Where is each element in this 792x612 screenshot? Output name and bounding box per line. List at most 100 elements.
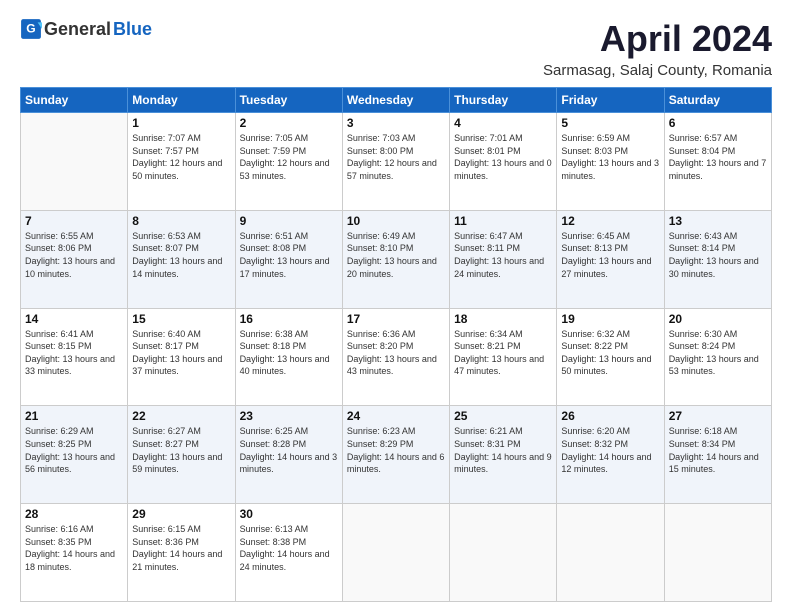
day-number: 26 bbox=[561, 409, 659, 423]
calendar-header-row: Sunday Monday Tuesday Wednesday Thursday… bbox=[21, 88, 772, 113]
day-number: 29 bbox=[132, 507, 230, 521]
day-info: Sunrise: 6:25 AMSunset: 8:28 PMDaylight:… bbox=[240, 425, 338, 475]
day-number: 19 bbox=[561, 312, 659, 326]
day-info: Sunrise: 6:23 AMSunset: 8:29 PMDaylight:… bbox=[347, 425, 445, 475]
header-friday: Friday bbox=[557, 88, 664, 113]
table-row bbox=[450, 504, 557, 602]
table-row: 26 Sunrise: 6:20 AMSunset: 8:32 PMDaylig… bbox=[557, 406, 664, 504]
day-info: Sunrise: 6:49 AMSunset: 8:10 PMDaylight:… bbox=[347, 230, 445, 280]
day-number: 1 bbox=[132, 116, 230, 130]
table-row: 9 Sunrise: 6:51 AMSunset: 8:08 PMDayligh… bbox=[235, 210, 342, 308]
table-row: 20 Sunrise: 6:30 AMSunset: 8:24 PMDaylig… bbox=[664, 308, 771, 406]
header-tuesday: Tuesday bbox=[235, 88, 342, 113]
day-info: Sunrise: 7:01 AMSunset: 8:01 PMDaylight:… bbox=[454, 132, 552, 182]
day-number: 18 bbox=[454, 312, 552, 326]
day-info: Sunrise: 6:15 AMSunset: 8:36 PMDaylight:… bbox=[132, 523, 230, 573]
day-info: Sunrise: 6:16 AMSunset: 8:35 PMDaylight:… bbox=[25, 523, 123, 573]
table-row: 6 Sunrise: 6:57 AMSunset: 8:04 PMDayligh… bbox=[664, 113, 771, 211]
day-info: Sunrise: 7:05 AMSunset: 7:59 PMDaylight:… bbox=[240, 132, 338, 182]
day-number: 2 bbox=[240, 116, 338, 130]
calendar-week-row: 28 Sunrise: 6:16 AMSunset: 8:35 PMDaylig… bbox=[21, 504, 772, 602]
header-sunday: Sunday bbox=[21, 88, 128, 113]
day-number: 10 bbox=[347, 214, 445, 228]
table-row: 21 Sunrise: 6:29 AMSunset: 8:25 PMDaylig… bbox=[21, 406, 128, 504]
day-number: 23 bbox=[240, 409, 338, 423]
day-number: 20 bbox=[669, 312, 767, 326]
table-row: 23 Sunrise: 6:25 AMSunset: 8:28 PMDaylig… bbox=[235, 406, 342, 504]
logo-blue: Blue bbox=[113, 19, 152, 40]
day-number: 7 bbox=[25, 214, 123, 228]
table-row: 30 Sunrise: 6:13 AMSunset: 8:38 PMDaylig… bbox=[235, 504, 342, 602]
table-row: 7 Sunrise: 6:55 AMSunset: 8:06 PMDayligh… bbox=[21, 210, 128, 308]
table-row: 1 Sunrise: 7:07 AMSunset: 7:57 PMDayligh… bbox=[128, 113, 235, 211]
header: G General Blue April 2024 Sarmasag, Sala… bbox=[20, 18, 772, 79]
table-row: 3 Sunrise: 7:03 AMSunset: 8:00 PMDayligh… bbox=[342, 113, 449, 211]
table-row: 17 Sunrise: 6:36 AMSunset: 8:20 PMDaylig… bbox=[342, 308, 449, 406]
day-info: Sunrise: 6:41 AMSunset: 8:15 PMDaylight:… bbox=[25, 328, 123, 378]
day-info: Sunrise: 6:13 AMSunset: 8:38 PMDaylight:… bbox=[240, 523, 338, 573]
day-number: 9 bbox=[240, 214, 338, 228]
day-number: 17 bbox=[347, 312, 445, 326]
calendar-week-row: 21 Sunrise: 6:29 AMSunset: 8:25 PMDaylig… bbox=[21, 406, 772, 504]
calendar-week-row: 14 Sunrise: 6:41 AMSunset: 8:15 PMDaylig… bbox=[21, 308, 772, 406]
table-row: 13 Sunrise: 6:43 AMSunset: 8:14 PMDaylig… bbox=[664, 210, 771, 308]
day-info: Sunrise: 6:30 AMSunset: 8:24 PMDaylight:… bbox=[669, 328, 767, 378]
day-number: 16 bbox=[240, 312, 338, 326]
table-row: 2 Sunrise: 7:05 AMSunset: 7:59 PMDayligh… bbox=[235, 113, 342, 211]
day-info: Sunrise: 6:20 AMSunset: 8:32 PMDaylight:… bbox=[561, 425, 659, 475]
day-info: Sunrise: 6:51 AMSunset: 8:08 PMDaylight:… bbox=[240, 230, 338, 280]
table-row: 15 Sunrise: 6:40 AMSunset: 8:17 PMDaylig… bbox=[128, 308, 235, 406]
table-row: 12 Sunrise: 6:45 AMSunset: 8:13 PMDaylig… bbox=[557, 210, 664, 308]
location: Sarmasag, Salaj County, Romania bbox=[543, 62, 772, 79]
table-row: 18 Sunrise: 6:34 AMSunset: 8:21 PMDaylig… bbox=[450, 308, 557, 406]
calendar: Sunday Monday Tuesday Wednesday Thursday… bbox=[20, 87, 772, 602]
table-row: 28 Sunrise: 6:16 AMSunset: 8:35 PMDaylig… bbox=[21, 504, 128, 602]
day-info: Sunrise: 6:29 AMSunset: 8:25 PMDaylight:… bbox=[25, 425, 123, 475]
table-row: 29 Sunrise: 6:15 AMSunset: 8:36 PMDaylig… bbox=[128, 504, 235, 602]
day-number: 21 bbox=[25, 409, 123, 423]
calendar-week-row: 1 Sunrise: 7:07 AMSunset: 7:57 PMDayligh… bbox=[21, 113, 772, 211]
table-row: 11 Sunrise: 6:47 AMSunset: 8:11 PMDaylig… bbox=[450, 210, 557, 308]
table-row: 10 Sunrise: 6:49 AMSunset: 8:10 PMDaylig… bbox=[342, 210, 449, 308]
day-info: Sunrise: 6:21 AMSunset: 8:31 PMDaylight:… bbox=[454, 425, 552, 475]
table-row: 25 Sunrise: 6:21 AMSunset: 8:31 PMDaylig… bbox=[450, 406, 557, 504]
svg-text:G: G bbox=[26, 21, 35, 35]
day-info: Sunrise: 6:45 AMSunset: 8:13 PMDaylight:… bbox=[561, 230, 659, 280]
day-info: Sunrise: 6:18 AMSunset: 8:34 PMDaylight:… bbox=[669, 425, 767, 475]
day-number: 28 bbox=[25, 507, 123, 521]
day-info: Sunrise: 6:57 AMSunset: 8:04 PMDaylight:… bbox=[669, 132, 767, 182]
day-info: Sunrise: 6:36 AMSunset: 8:20 PMDaylight:… bbox=[347, 328, 445, 378]
day-info: Sunrise: 6:55 AMSunset: 8:06 PMDaylight:… bbox=[25, 230, 123, 280]
day-number: 8 bbox=[132, 214, 230, 228]
table-row: 5 Sunrise: 6:59 AMSunset: 8:03 PMDayligh… bbox=[557, 113, 664, 211]
day-info: Sunrise: 6:27 AMSunset: 8:27 PMDaylight:… bbox=[132, 425, 230, 475]
logo-general: General bbox=[44, 19, 111, 40]
day-number: 5 bbox=[561, 116, 659, 130]
header-monday: Monday bbox=[128, 88, 235, 113]
table-row: 27 Sunrise: 6:18 AMSunset: 8:34 PMDaylig… bbox=[664, 406, 771, 504]
logo: G General Blue bbox=[20, 18, 152, 40]
header-thursday: Thursday bbox=[450, 88, 557, 113]
table-row: 24 Sunrise: 6:23 AMSunset: 8:29 PMDaylig… bbox=[342, 406, 449, 504]
day-info: Sunrise: 6:47 AMSunset: 8:11 PMDaylight:… bbox=[454, 230, 552, 280]
header-wednesday: Wednesday bbox=[342, 88, 449, 113]
day-info: Sunrise: 6:34 AMSunset: 8:21 PMDaylight:… bbox=[454, 328, 552, 378]
day-number: 3 bbox=[347, 116, 445, 130]
day-number: 15 bbox=[132, 312, 230, 326]
table-row: 4 Sunrise: 7:01 AMSunset: 8:01 PMDayligh… bbox=[450, 113, 557, 211]
calendar-week-row: 7 Sunrise: 6:55 AMSunset: 8:06 PMDayligh… bbox=[21, 210, 772, 308]
day-info: Sunrise: 6:59 AMSunset: 8:03 PMDaylight:… bbox=[561, 132, 659, 182]
table-row: 22 Sunrise: 6:27 AMSunset: 8:27 PMDaylig… bbox=[128, 406, 235, 504]
table-row: 16 Sunrise: 6:38 AMSunset: 8:18 PMDaylig… bbox=[235, 308, 342, 406]
day-info: Sunrise: 7:07 AMSunset: 7:57 PMDaylight:… bbox=[132, 132, 230, 182]
day-info: Sunrise: 7:03 AMSunset: 8:00 PMDaylight:… bbox=[347, 132, 445, 182]
day-info: Sunrise: 6:32 AMSunset: 8:22 PMDaylight:… bbox=[561, 328, 659, 378]
table-row bbox=[557, 504, 664, 602]
table-row bbox=[342, 504, 449, 602]
day-number: 11 bbox=[454, 214, 552, 228]
day-number: 27 bbox=[669, 409, 767, 423]
day-number: 6 bbox=[669, 116, 767, 130]
day-number: 13 bbox=[669, 214, 767, 228]
table-row: 19 Sunrise: 6:32 AMSunset: 8:22 PMDaylig… bbox=[557, 308, 664, 406]
day-number: 4 bbox=[454, 116, 552, 130]
